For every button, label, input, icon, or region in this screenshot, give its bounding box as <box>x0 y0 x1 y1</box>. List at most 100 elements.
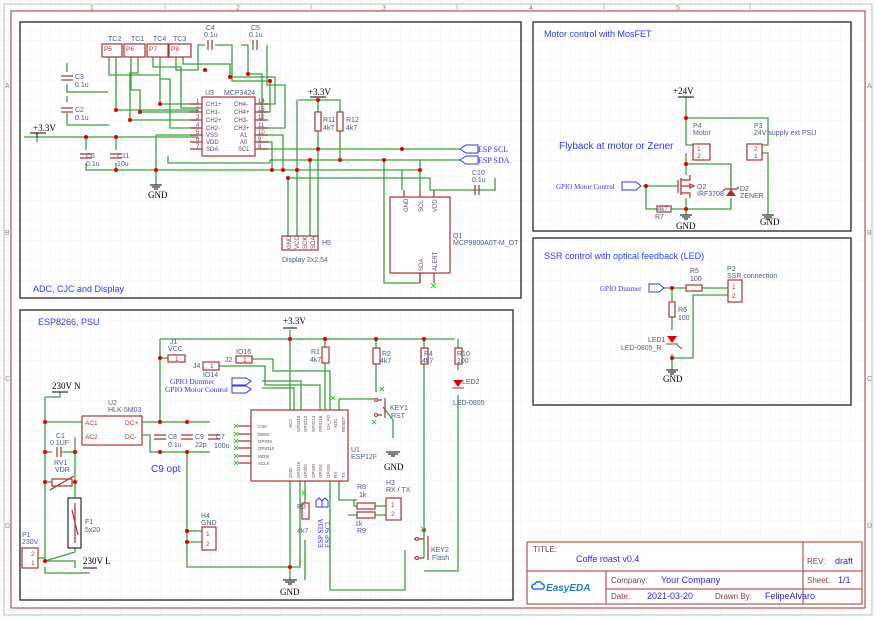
pin-label: GPIO16 <box>318 415 323 432</box>
row-label: B <box>5 230 10 237</box>
r9-value: 1k <box>355 521 363 528</box>
power-label: 230V L <box>83 556 111 566</box>
led1-ref: LED1 <box>648 337 666 344</box>
h4-ref: H4 <box>201 513 210 520</box>
column-label: 5 <box>676 5 680 12</box>
key2-name: Flash <box>432 555 449 562</box>
pin-label: MISO <box>258 432 270 437</box>
c3-value: 0.1u <box>75 82 89 89</box>
h5-ref: H5 <box>322 240 331 247</box>
c11-ref: C11 <box>117 153 129 160</box>
pin-label: GND <box>288 467 293 478</box>
c7-value: 100u <box>214 443 230 450</box>
pin-number: 1 <box>206 531 210 538</box>
pin-label: SCL <box>238 147 250 153</box>
p3-name: 24V supply ext PSU <box>754 130 816 137</box>
r12-ref: R12 <box>346 117 359 124</box>
d2-ref: D2 <box>740 186 749 193</box>
column-label: 1 <box>90 5 94 12</box>
h3-ref: H3 <box>386 480 395 487</box>
pin-number: 2 <box>754 146 758 153</box>
rv1-value: VDR <box>55 467 70 474</box>
pin-label: GPIO5 <box>326 464 331 478</box>
u1-ref: U1 <box>351 447 360 454</box>
led2-ref: LED2 <box>462 379 480 386</box>
c2-ref: C2 <box>75 107 84 114</box>
gnd-label: GND <box>280 587 300 597</box>
r6-value: 100 <box>678 315 690 322</box>
pin-number: 1 <box>754 153 758 160</box>
u3-ref: U3 <box>205 90 214 97</box>
section-note: Flyback at motor or Zener <box>559 141 674 152</box>
pin-label: GPIO14 <box>311 415 316 432</box>
pin-label: CH3- <box>234 118 248 124</box>
pin-label: VCC <box>295 236 301 249</box>
c4-value: 0.1u <box>204 32 218 39</box>
q1-part: MCP9800A0T-M_OT <box>453 240 519 247</box>
gnd-label: GND <box>760 217 780 227</box>
row-label: C <box>867 376 872 383</box>
c10-value: 0.1u <box>472 177 486 184</box>
company-label: Company: <box>611 576 647 585</box>
c6-ref: C6 <box>86 153 95 160</box>
pin-label: CH1+ <box>206 102 222 108</box>
r8-value: 1k <box>359 492 367 499</box>
row-label: D <box>867 523 872 530</box>
net-flag-esp-scl: ESP SCL <box>459 144 508 154</box>
c11-value: 10u <box>117 161 129 168</box>
power-label: 230V N <box>52 381 81 391</box>
resistor-r2 <box>372 347 381 365</box>
c9-note: C9 opt <box>151 464 181 475</box>
title-value: Coffe roast v0.4 <box>576 554 639 564</box>
net-label: ESP SCL <box>323 519 332 548</box>
date-value: 2021-03-20 <box>647 591 693 601</box>
j1-ref: J1 <box>170 339 178 346</box>
power-3v3-top: +3.3V <box>308 87 331 98</box>
pin-label: SDA <box>311 237 317 249</box>
power-label: +3.3V <box>283 316 306 326</box>
sheet-label: Sheet: <box>807 576 830 585</box>
pin-label: MOSI <box>258 454 270 459</box>
net-label: ESP SCL <box>478 145 508 154</box>
p1-name: 230V <box>22 539 39 546</box>
title-block: TITLE: Coffe roast v0.4 REV: draft EasyE… <box>526 541 863 605</box>
column-label: 4 <box>529 5 533 12</box>
row-label: C <box>5 376 10 383</box>
pin-label: VDD <box>433 199 439 212</box>
c5-ref: C5 <box>251 25 260 32</box>
net-label: GPIO Dimmer <box>600 285 642 293</box>
r10-value: 100 <box>457 358 469 365</box>
r3-value: 4k7 <box>297 528 308 535</box>
resistor-r1 <box>321 346 330 364</box>
q2-part: IRF3708 <box>697 191 724 198</box>
pin-number: 12 <box>258 115 265 121</box>
net-flag-gpio-dimmer: GPIO Dimmer <box>600 283 665 293</box>
schematic-canvas[interactable]: 1 2 3 4 5 A B C D A B C D ADC, CJC and D… <box>0 0 876 619</box>
c9-ref: C9 <box>195 434 204 441</box>
pin-label: DC- <box>125 434 137 441</box>
tc-label: TC4 <box>153 36 166 43</box>
power-label: +24V <box>673 86 694 96</box>
gnd-label: GND <box>663 374 683 384</box>
c4-ref: C4 <box>206 25 215 32</box>
pin-label: ALERT <box>433 251 439 271</box>
row-label: A <box>867 83 872 90</box>
pin-label: AC2 <box>85 434 98 441</box>
pin-label: GND <box>287 235 293 249</box>
net-label: GPIO Motor Control <box>556 183 615 191</box>
company-value: Your Company <box>661 575 721 585</box>
rev-value: draft <box>835 556 854 566</box>
resistor-r11 <box>314 111 322 132</box>
pin-number: 2 <box>732 293 736 300</box>
r3-ref: R3 <box>297 504 306 511</box>
pin-label: GPIO4 <box>318 464 323 478</box>
pin-label: CH2+ <box>206 118 222 124</box>
c6-value: 0.1u <box>86 161 100 168</box>
key2-ref: KEY2 <box>431 547 449 554</box>
pin-label: GPIO13 <box>296 415 301 432</box>
r4-value: 4k7 <box>422 358 433 365</box>
c10-ref: C10 <box>472 170 485 177</box>
pin-label: CS0 <box>258 424 267 429</box>
pin-label: VSS <box>206 133 218 139</box>
logo-text: EasyEDA <box>546 583 590 594</box>
